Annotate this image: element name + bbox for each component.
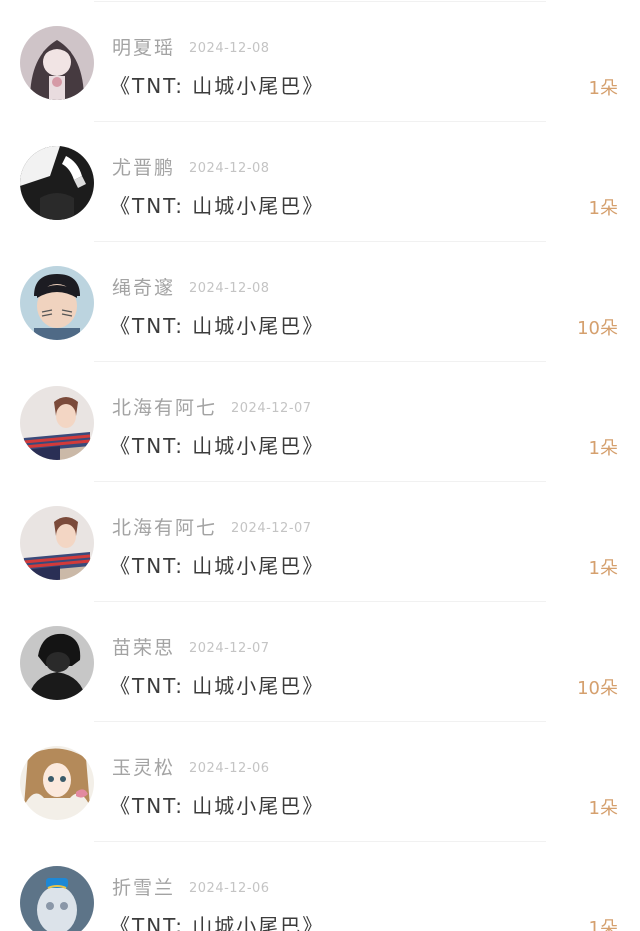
book-title[interactable]: 《TNT: 山城小尾巴》 [110, 550, 324, 579]
username: 尤晋鹏 2024-12-08 [112, 157, 270, 179]
avatar[interactable] [20, 746, 94, 820]
book-title[interactable]: 《TNT: 山城小尾巴》 [110, 70, 324, 99]
flower-count: 1朵 [588, 78, 618, 99]
flower-count: 1朵 [588, 918, 618, 931]
gift-record-list: 明夏瑶 2024-12-08 《TNT: 山城小尾巴》 1朵 尤晋鹏 2024-12… [0, 0, 640, 931]
list-item[interactable]: 明夏瑶 2024-12-08 《TNT: 山城小尾巴》 1朵 [0, 2, 640, 122]
avatar[interactable] [20, 626, 94, 700]
flower-count: 10朵 [577, 678, 618, 699]
gift-date: 2024-12-08 [189, 161, 270, 176]
book-title[interactable]: 《TNT: 山城小尾巴》 [110, 190, 324, 219]
username: 苗荣思 2024-12-07 [112, 637, 270, 659]
avatar[interactable] [20, 266, 94, 340]
avatar[interactable] [20, 386, 94, 460]
book-title[interactable]: 《TNT: 山城小尾巴》 [110, 310, 324, 339]
username: 折雪兰 2024-12-06 [112, 877, 270, 899]
gift-date: 2024-12-07 [231, 401, 312, 416]
avatar[interactable] [20, 866, 94, 931]
book-title[interactable]: 《TNT: 山城小尾巴》 [110, 790, 324, 819]
book-title[interactable]: 《TNT: 山城小尾巴》 [110, 910, 324, 931]
gift-date: 2024-12-08 [189, 281, 270, 296]
flower-count: 10朵 [577, 318, 618, 339]
book-title[interactable]: 《TNT: 山城小尾巴》 [110, 430, 324, 459]
flower-count: 1朵 [588, 438, 618, 459]
list-item[interactable]: 苗荣思 2024-12-07 《TNT: 山城小尾巴》 10朵 [0, 602, 640, 722]
gift-date: 2024-12-08 [189, 41, 270, 56]
gift-date: 2024-12-06 [189, 761, 270, 776]
list-item[interactable]: 尤晋鹏 2024-12-08 《TNT: 山城小尾巴》 1朵 [0, 122, 640, 242]
username: 明夏瑶 2024-12-08 [112, 37, 270, 59]
username: 北海有阿七 2024-12-07 [112, 517, 312, 539]
list-item[interactable]: 绳奇邃 2024-12-08 《TNT: 山城小尾巴》 10朵 [0, 242, 640, 362]
avatar[interactable] [20, 146, 94, 220]
gift-date: 2024-12-07 [189, 641, 270, 656]
username: 绳奇邃 2024-12-08 [112, 277, 270, 299]
flower-count: 1朵 [588, 198, 618, 219]
book-title[interactable]: 《TNT: 山城小尾巴》 [110, 670, 324, 699]
avatar[interactable] [20, 26, 94, 100]
list-item[interactable]: 折雪兰 2024-12-06 《TNT: 山城小尾巴》 1朵 [0, 842, 640, 931]
list-item[interactable]: 北海有阿七 2024-12-07 《TNT: 山城小尾巴》 1朵 [0, 362, 640, 482]
username: 北海有阿七 2024-12-07 [112, 397, 312, 419]
avatar[interactable] [20, 506, 94, 580]
username: 玉灵松 2024-12-06 [112, 757, 270, 779]
gift-date: 2024-12-07 [231, 521, 312, 536]
flower-count: 1朵 [588, 798, 618, 819]
list-item[interactable]: 玉灵松 2024-12-06 《TNT: 山城小尾巴》 1朵 [0, 722, 640, 842]
list-item[interactable]: 北海有阿七 2024-12-07 《TNT: 山城小尾巴》 1朵 [0, 482, 640, 602]
flower-count: 1朵 [588, 558, 618, 579]
gift-date: 2024-12-06 [189, 881, 270, 896]
